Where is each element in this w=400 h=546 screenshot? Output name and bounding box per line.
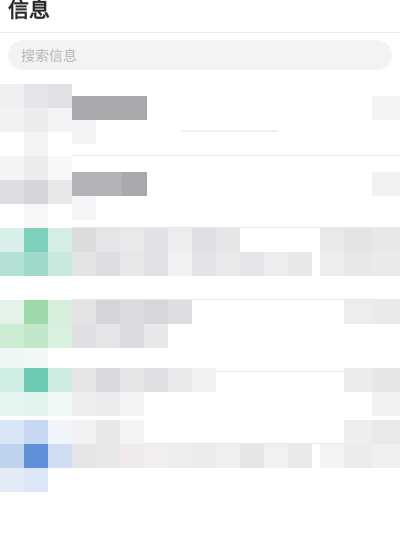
- conversation-preview: [72, 156, 400, 228]
- contact-avatar: [0, 300, 72, 372]
- page-title: 信息: [8, 0, 50, 22]
- list-item[interactable]: [0, 156, 400, 228]
- contact-avatar: [0, 228, 72, 300]
- conversation-list[interactable]: [0, 84, 400, 494]
- list-item[interactable]: [0, 84, 400, 156]
- messages-screen: 信息 搜索信息: [0, 0, 400, 546]
- list-item[interactable]: [0, 300, 400, 372]
- conversation-preview: [72, 300, 400, 372]
- search-placeholder: 搜索信息: [21, 49, 77, 65]
- conversation-preview: [72, 412, 400, 484]
- conversation-preview: [72, 84, 400, 156]
- search-input[interactable]: 搜索信息: [8, 40, 392, 70]
- list-item[interactable]: [0, 228, 400, 300]
- contact-avatar: [0, 156, 72, 228]
- conversation-preview: [72, 228, 400, 300]
- app-header: 信息: [0, 0, 400, 33]
- list-item[interactable]: [0, 412, 400, 492]
- contact-avatar: [0, 84, 72, 156]
- contact-avatar: [0, 412, 72, 492]
